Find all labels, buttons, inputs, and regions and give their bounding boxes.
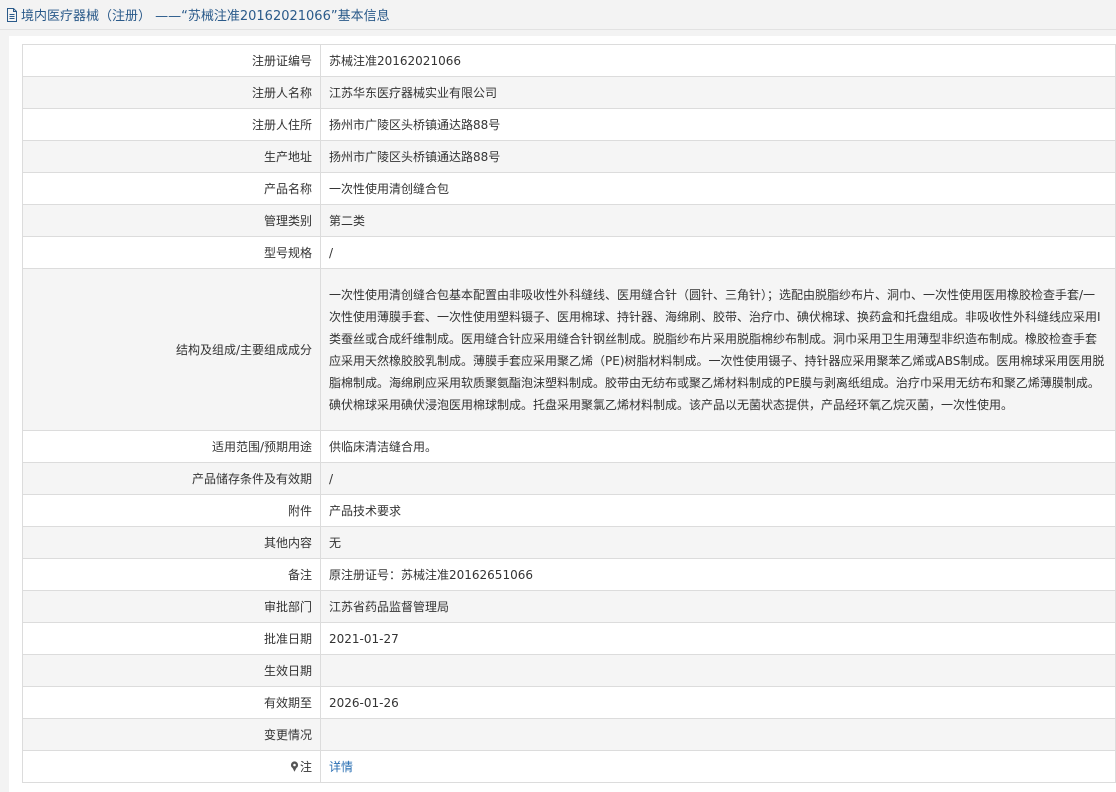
row-value: 一次性使用清创缝合包基本配置由非吸收性外科缝线、医用缝合针（圆针、三角针）；选配… xyxy=(320,268,1116,431)
row-value: 苏械注准20162021066 xyxy=(320,44,1116,77)
row-value xyxy=(320,654,1116,687)
table-row: 生效日期 xyxy=(22,654,1116,687)
row-label: 产品名称 xyxy=(22,172,321,205)
row-value: 供临床清洁缝合用。 xyxy=(320,430,1116,463)
table-row: 型号规格 / xyxy=(22,236,1116,269)
row-label: 注册证编号 xyxy=(22,44,321,77)
row-value: 扬州市广陵区头桥镇通达路88号 xyxy=(320,108,1116,141)
document-icon xyxy=(7,7,17,22)
note-label: 注 xyxy=(299,760,312,774)
row-value: 原注册证号：苏械注准20162651066 xyxy=(320,558,1116,591)
row-label: 审批部门 xyxy=(22,590,321,623)
note-value-cell: 详情 xyxy=(320,750,1116,783)
table-row: 管理类别 第二类 xyxy=(22,204,1116,237)
row-label: 批准日期 xyxy=(22,622,321,655)
table-row: 其他内容 无 xyxy=(22,526,1116,559)
row-label: 有效期至 xyxy=(22,686,321,719)
row-label: 备注 xyxy=(22,558,321,591)
row-value: 2026-01-26 xyxy=(320,686,1116,719)
row-label: 其他内容 xyxy=(22,526,321,559)
page-header: 境内医疗器械（注册） ——“苏械注准20162021066”基本信息 xyxy=(0,0,1116,30)
table-row: 有效期至 2026-01-26 xyxy=(22,686,1116,719)
table-row: 批准日期 2021-01-27 xyxy=(22,622,1116,655)
row-value: 江苏省药品监督管理局 xyxy=(320,590,1116,623)
row-value: 扬州市广陵区头桥镇通达路88号 xyxy=(320,140,1116,173)
table-row: 适用范围/预期用途 供临床清洁缝合用。 xyxy=(22,430,1116,463)
info-panel: 注册证编号 苏械注准20162021066 注册人名称 江苏华东医疗器械实业有限… xyxy=(9,36,1116,792)
row-label: 适用范围/预期用途 xyxy=(22,430,321,463)
row-label: 型号规格 xyxy=(22,236,321,269)
row-label: 生效日期 xyxy=(22,654,321,687)
table-row: 备注 原注册证号：苏械注准20162651066 xyxy=(22,558,1116,591)
note-row: 注 详情 xyxy=(22,750,1116,783)
row-label: 变更情况 xyxy=(22,718,321,751)
table-row: 变更情况 xyxy=(22,718,1116,751)
row-value: / xyxy=(320,462,1116,495)
row-value: / xyxy=(320,236,1116,269)
table-row: 产品名称 一次性使用清创缝合包 xyxy=(22,172,1116,205)
info-table: 注册证编号 苏械注准20162021066 注册人名称 江苏华东医疗器械实业有限… xyxy=(22,44,1116,783)
row-label: 管理类别 xyxy=(22,204,321,237)
row-value: 第二类 xyxy=(320,204,1116,237)
row-label: 附件 xyxy=(22,494,321,527)
note-label-cell: 注 xyxy=(22,750,321,783)
pin-icon xyxy=(290,761,299,772)
row-label: 生产地址 xyxy=(22,140,321,173)
row-value xyxy=(320,718,1116,751)
table-row: 注册人住所 扬州市广陵区头桥镇通达路88号 xyxy=(22,108,1116,141)
table-row: 产品储存条件及有效期 / xyxy=(22,462,1116,495)
table-row: 结构及组成/主要组成成分 一次性使用清创缝合包基本配置由非吸收性外科缝线、医用缝… xyxy=(22,268,1116,431)
row-label: 产品储存条件及有效期 xyxy=(22,462,321,495)
page-title: 境内医疗器械（注册） ——“苏械注准20162021066”基本信息 xyxy=(21,9,390,24)
row-value: 江苏华东医疗器械实业有限公司 xyxy=(320,76,1116,109)
row-label: 注册人名称 xyxy=(22,76,321,109)
row-label: 结构及组成/主要组成成分 xyxy=(22,268,321,431)
row-value: 一次性使用清创缝合包 xyxy=(320,172,1116,205)
table-row: 注册人名称 江苏华东医疗器械实业有限公司 xyxy=(22,76,1116,109)
row-value: 产品技术要求 xyxy=(320,494,1116,527)
table-row: 附件 产品技术要求 xyxy=(22,494,1116,527)
row-value: 2021-01-27 xyxy=(320,622,1116,655)
table-row: 审批部门 江苏省药品监督管理局 xyxy=(22,590,1116,623)
table-row: 生产地址 扬州市广陵区头桥镇通达路88号 xyxy=(22,140,1116,173)
table-row: 注册证编号 苏械注准20162021066 xyxy=(22,44,1116,77)
row-label: 注册人住所 xyxy=(22,108,321,141)
details-link[interactable]: 详情 xyxy=(329,760,353,774)
row-value: 无 xyxy=(320,526,1116,559)
